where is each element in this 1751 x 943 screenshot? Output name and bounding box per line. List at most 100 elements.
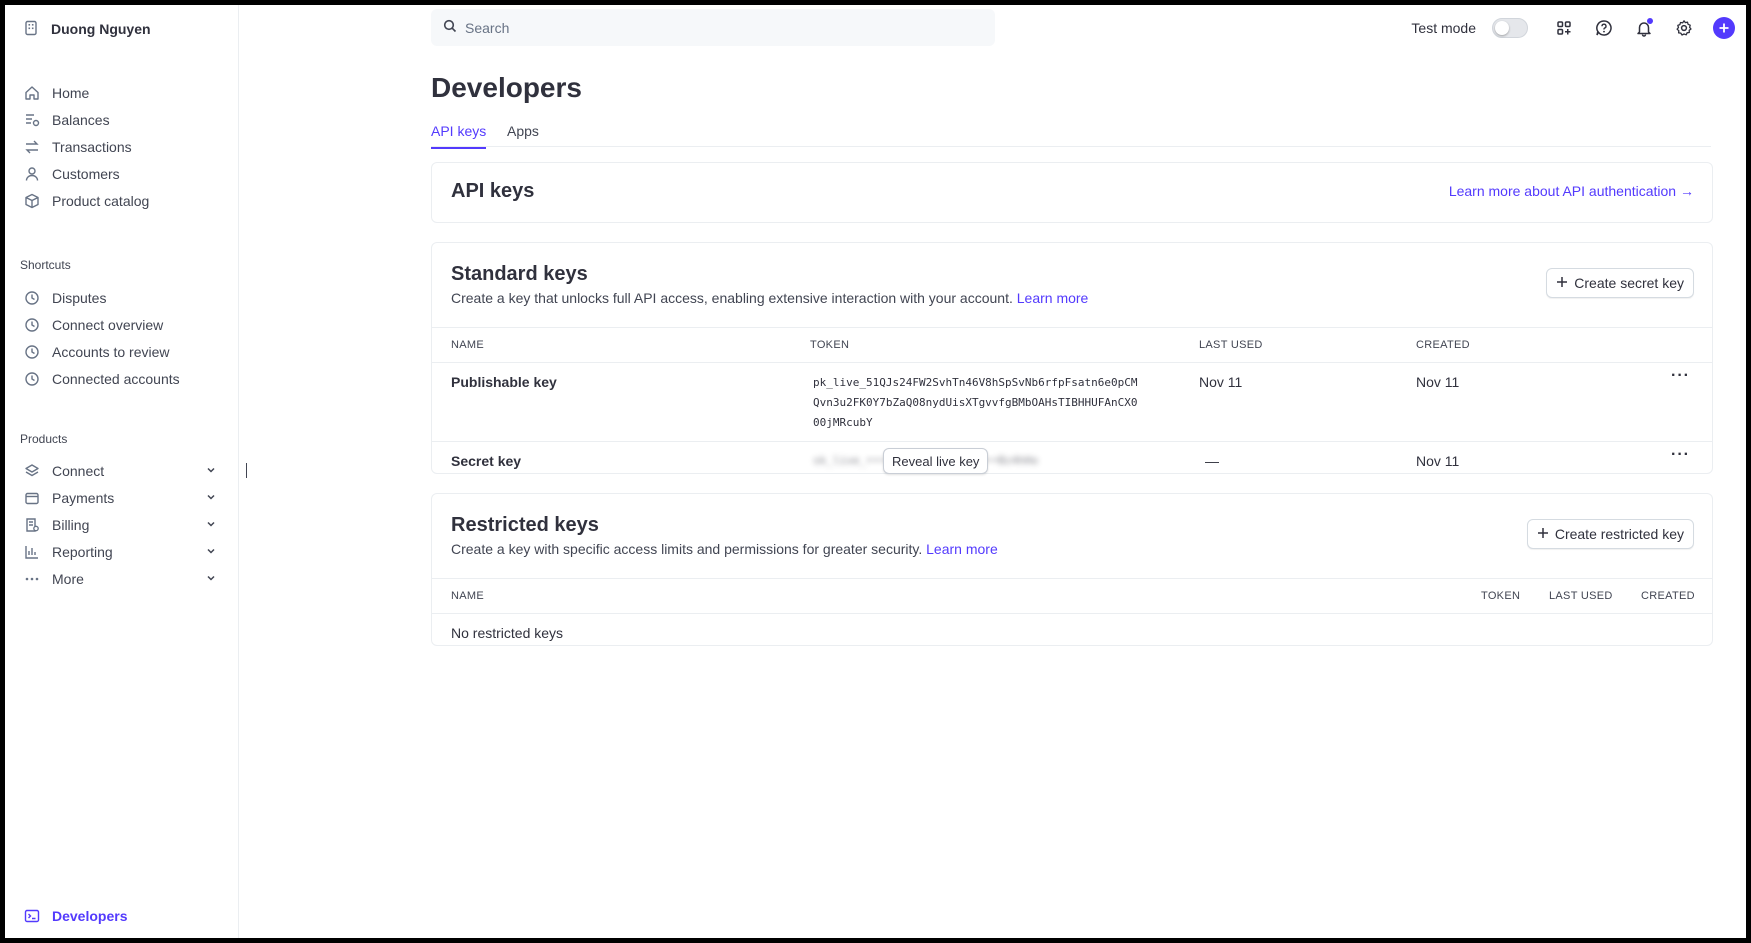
divider	[432, 441, 1712, 442]
sidebar-item-more[interactable]: More	[23, 565, 223, 593]
sidebar-item-label: Reporting	[52, 544, 113, 560]
chevron-down-icon[interactable]	[205, 463, 217, 479]
plus-icon	[1537, 526, 1549, 542]
account-name: Duong Nguyen	[51, 21, 151, 37]
button-label: Create restricted key	[1554, 526, 1684, 542]
sidebar-item-label: Balances	[52, 112, 110, 128]
column-header-last-used: LAST USED	[1199, 339, 1263, 351]
balances-icon	[23, 111, 41, 129]
test-mode-label: Test mode	[1411, 20, 1476, 36]
apps-grid-icon[interactable]	[1552, 16, 1576, 40]
sidebar-item-transactions[interactable]: Transactions	[23, 133, 223, 161]
building-icon	[23, 20, 39, 39]
divider	[432, 613, 1712, 614]
app-window: Duong Nguyen Home Balances Transactions …	[5, 5, 1746, 938]
search-input[interactable]	[465, 19, 965, 36]
tab-apps[interactable]: Apps	[507, 123, 539, 147]
layers-icon	[23, 462, 41, 480]
sidebar-item-developers[interactable]: Developers	[23, 902, 223, 930]
transactions-icon	[23, 138, 41, 156]
sidebar-item-payments[interactable]: Payments	[23, 484, 223, 512]
column-header-token: TOKEN	[1481, 590, 1521, 602]
clock-icon	[23, 343, 41, 361]
standard-keys-card: Standard keys Create a key that unlocks …	[431, 242, 1713, 474]
column-header-name: NAME	[451, 590, 484, 602]
sidebar-item-label: Product catalog	[52, 193, 150, 209]
button-label: Create secret key	[1574, 275, 1684, 291]
standard-keys-heading: Standard keys	[451, 263, 588, 285]
description-text: Create a key that unlocks full API acces…	[451, 290, 1013, 306]
create-restricted-key-button[interactable]: Create restricted key	[1526, 519, 1694, 549]
restricted-keys-description: Create a key with specific access limits…	[451, 541, 998, 557]
text-cursor	[246, 463, 247, 478]
box-icon	[23, 192, 41, 210]
row-overflow-menu[interactable]: ···	[1671, 446, 1690, 464]
billing-icon	[23, 516, 41, 534]
publishable-key-token[interactable]: pk_live_51QJs24FW2SvhTn46V8hSpSvNb6rfpFs…	[813, 373, 1143, 433]
column-header-name: NAME	[451, 339, 484, 351]
chevron-down-icon[interactable]	[205, 490, 217, 506]
divider	[432, 362, 1712, 363]
api-keys-card: API keys Learn more about API authentica…	[431, 162, 1713, 223]
sidebar-item-home[interactable]: Home	[23, 79, 223, 107]
sidebar-item-connect[interactable]: Connect	[23, 457, 223, 485]
sidebar-item-product-catalog[interactable]: Product catalog	[23, 187, 223, 215]
search-icon	[443, 19, 457, 36]
gear-icon[interactable]	[1672, 16, 1696, 40]
test-mode-toggle[interactable]	[1492, 18, 1528, 38]
last-used-value: —	[1205, 453, 1219, 469]
reveal-live-key-button[interactable]: Reveal live key	[883, 448, 989, 474]
search-bar[interactable]	[431, 9, 995, 46]
chevron-down-icon[interactable]	[205, 517, 217, 533]
key-name-publishable: Publishable key	[451, 374, 557, 390]
wallet-icon	[23, 489, 41, 507]
clock-icon	[23, 316, 41, 334]
sidebar-item-balances[interactable]: Balances	[23, 106, 223, 134]
column-header-last-used: LAST USED	[1549, 590, 1613, 602]
help-icon[interactable]	[1592, 16, 1616, 40]
created-value: Nov 11	[1416, 453, 1460, 469]
chevron-down-icon[interactable]	[205, 544, 217, 560]
column-header-created: CREATED	[1641, 590, 1695, 602]
sidebar-item-label: Disputes	[52, 290, 107, 306]
learn-api-auth-link[interactable]: Learn more about API authentication →	[1449, 183, 1694, 199]
more-icon	[23, 570, 41, 588]
bell-icon[interactable]	[1632, 16, 1656, 40]
sidebar-item-label: Customers	[52, 166, 120, 182]
restricted-keys-heading: Restricted keys	[451, 514, 599, 536]
products-heading: Products	[20, 432, 68, 446]
key-name-secret: Secret key	[451, 453, 522, 469]
sidebar-item-label: Accounts to review	[52, 344, 170, 360]
home-icon	[23, 84, 41, 102]
clock-icon	[23, 289, 41, 307]
row-overflow-menu[interactable]: ···	[1671, 367, 1690, 385]
sidebar-item-customers[interactable]: Customers	[23, 160, 223, 188]
last-used-value: Nov 11	[1199, 374, 1243, 390]
create-plus-icon[interactable]	[1712, 16, 1736, 40]
learn-more-link[interactable]: Learn more	[1017, 290, 1089, 306]
sidebar-item-accounts-to-review[interactable]: Accounts to review	[23, 338, 223, 366]
column-header-token: TOKEN	[810, 339, 850, 351]
sidebar-item-billing[interactable]: Billing	[23, 511, 223, 539]
description-text: Create a key with specific access limits…	[451, 541, 923, 557]
empty-state-text: No restricted keys	[451, 625, 564, 641]
tab-api-keys[interactable]: API keys	[431, 123, 487, 149]
sidebar-item-label: Billing	[52, 517, 90, 533]
sidebar-item-disputes[interactable]: Disputes	[23, 284, 223, 312]
learn-more-link[interactable]: Learn more	[926, 541, 998, 557]
divider	[432, 327, 1712, 328]
column-header-created: CREATED	[1416, 339, 1470, 351]
sidebar-item-connected-accounts[interactable]: Connected accounts	[23, 365, 223, 393]
account-switcher[interactable]: Duong Nguyen	[23, 15, 151, 43]
chevron-down-icon[interactable]	[205, 571, 217, 587]
sidebar-item-label: Home	[52, 85, 90, 101]
create-secret-key-button[interactable]: Create secret key	[1546, 268, 1694, 298]
sidebar-item-label: Transactions	[52, 139, 132, 155]
sidebar-item-reporting[interactable]: Reporting	[23, 538, 223, 566]
api-keys-heading: API keys	[451, 180, 535, 202]
tab-bar: API keys Apps	[431, 115, 1711, 149]
sidebar-item-connect-overview[interactable]: Connect overview	[23, 311, 223, 339]
sidebar-item-label: Developers	[52, 908, 128, 924]
standard-keys-description: Create a key that unlocks full API acces…	[451, 290, 1088, 306]
notification-dot	[1647, 18, 1653, 24]
